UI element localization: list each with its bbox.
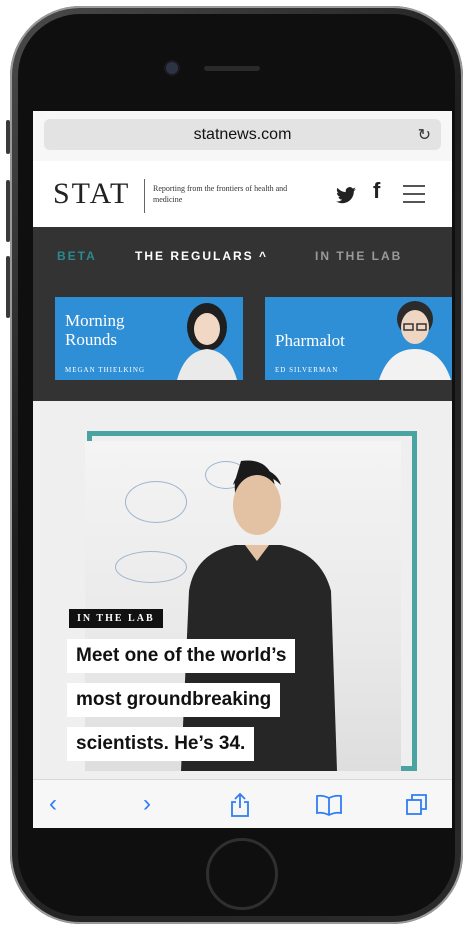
bookmarks-icon[interactable] [315,794,343,816]
logo-divider [144,179,145,213]
phone-screen: statnews.com ↻ STAT Reporting from the f… [33,111,452,828]
menu-icon[interactable] [403,185,425,209]
headline-line[interactable]: scientists. He’s 34. [67,727,255,761]
facebook-icon[interactable]: f [373,178,380,204]
volume-down-button [6,256,10,318]
share-icon[interactable] [229,792,251,818]
scientist-portrait [181,460,337,771]
forward-icon[interactable]: › [143,790,151,818]
regulars-columns: Morning Rounds MEGAN THIELKING Pharmalot… [33,283,452,401]
nav-item-the-regulars[interactable]: THE REGULARS ^ [135,249,268,263]
article-photo [85,441,401,771]
earpiece-speaker [204,66,260,71]
mute-switch [6,120,10,154]
column-title: Pharmalot [275,331,345,350]
column-card-pharmalot[interactable]: Pharmalot ED SILVERMAN [265,297,452,380]
nav-item-in-the-lab[interactable]: IN THE LAB [315,249,402,263]
stat-logo[interactable]: STAT [53,177,130,211]
site-tagline: Reporting from the frontiers of health a… [153,184,288,204]
back-icon[interactable]: ‹ [49,790,57,818]
front-camera [166,62,178,74]
author-portrait [379,301,451,380]
site-header: STAT Reporting from the frontiers of hea… [33,161,452,228]
nav-item-beta[interactable]: BETA [57,249,97,263]
featured-article[interactable]: IN THE LAB Meet one of the world’s most … [33,401,452,779]
column-title: Morning Rounds [65,311,125,349]
section-label: IN THE LAB [69,609,163,628]
author-portrait [177,303,237,380]
column-author: MEGAN THIELKING [65,366,145,374]
home-button[interactable] [206,838,278,910]
address-bar[interactable]: statnews.com ↻ [44,119,441,150]
volume-up-button [6,180,10,242]
twitter-icon[interactable] [335,187,357,205]
section-nav: BETA THE REGULARS ^ IN THE LAB [33,227,452,283]
url-text: statnews.com [193,126,292,143]
headline-line[interactable]: Meet one of the world’s [67,639,296,673]
reload-icon[interactable]: ↻ [418,125,431,145]
safari-toolbar: ‹ › [33,779,452,828]
column-card-morning-rounds[interactable]: Morning Rounds MEGAN THIELKING [55,297,243,380]
column-author: ED SILVERMAN [275,366,339,374]
headline-line[interactable]: most groundbreaking [67,683,281,717]
safari-address-area: statnews.com ↻ [33,111,452,161]
tabs-icon[interactable] [405,793,429,817]
